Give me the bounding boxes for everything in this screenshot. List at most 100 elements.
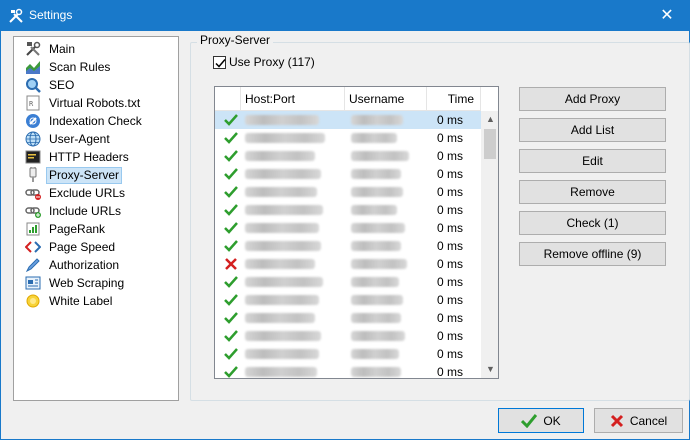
vertical-scrollbar[interactable]: ▲ ▼	[481, 111, 498, 378]
table-row[interactable]: 0 ms	[215, 219, 481, 237]
settings-window: Settings ✕ Main Scan Rules SEO R Virtual…	[0, 0, 690, 440]
table-row[interactable]: 0 ms	[215, 201, 481, 219]
check-status-icon	[224, 330, 238, 342]
code-icon	[25, 241, 41, 253]
redaction-blur	[351, 331, 405, 341]
username-cell-redacted	[351, 329, 405, 342]
sidebar-item-label: Scan Rules	[49, 59, 111, 74]
table-row[interactable]: 0 ms	[215, 129, 481, 147]
check-status-icon	[224, 168, 238, 180]
sidebar-item-include-urls[interactable]: Include URLs	[25, 202, 124, 220]
sidebar-item-scan-rules[interactable]: Scan Rules	[25, 58, 113, 76]
table-row[interactable]: 0 ms	[215, 165, 481, 183]
table-row[interactable]: 0 ms	[215, 273, 481, 291]
sidebar-item-proxy-server[interactable]: Proxy-Server	[25, 166, 123, 184]
table-row[interactable]: 0 ms	[215, 309, 481, 327]
remove-button[interactable]: Remove	[519, 180, 666, 204]
column-header-host-port[interactable]: Host:Port	[241, 87, 345, 111]
table-row[interactable]: 0 ms	[215, 237, 481, 255]
column-header-status[interactable]	[215, 87, 241, 111]
sidebar-item-label: White Label	[49, 293, 113, 308]
column-header-username[interactable]: Username	[345, 87, 427, 111]
sidebar-item-label: Web Scraping	[49, 275, 125, 290]
terminal-icon	[25, 150, 41, 164]
table-row[interactable]: 0 ms	[215, 327, 481, 345]
add-list-button[interactable]: Add List	[519, 118, 666, 142]
proxy-list-header: Host:Port Username Time	[215, 87, 481, 111]
table-row[interactable]: 0 ms	[215, 291, 481, 309]
sidebar-item-indexation-check[interactable]: Indexation Check	[25, 112, 145, 130]
host-port-cell-redacted	[245, 275, 323, 288]
redaction-blur	[245, 187, 317, 197]
sidebar-item-main[interactable]: Main	[25, 40, 78, 58]
table-row[interactable]: 0 ms	[215, 111, 481, 129]
sidebar-item-page-speed[interactable]: Page Speed	[25, 238, 118, 256]
ok-label: OK	[543, 413, 561, 428]
host-port-cell-redacted	[245, 203, 323, 216]
table-row[interactable]: 0 ms	[215, 345, 481, 363]
add-proxy-button[interactable]: Add Proxy	[519, 87, 666, 111]
time-cell: 0 ms	[437, 131, 464, 145]
redaction-blur	[245, 151, 315, 161]
redaction-blur	[245, 205, 323, 215]
table-row[interactable]: 0 ms	[215, 255, 481, 273]
redaction-blur	[351, 115, 403, 125]
host-port-cell-redacted	[245, 329, 321, 342]
table-row[interactable]: 0 ms	[215, 183, 481, 201]
check-status-icon	[224, 348, 238, 360]
sidebar-item-web-scraping[interactable]: Web Scraping	[25, 274, 127, 292]
sidebar-item-label: Exclude URLs	[49, 185, 126, 200]
check-status-icon	[224, 366, 238, 378]
scroll-up-arrow-icon[interactable]: ▲	[482, 111, 498, 128]
time-cell: 0 ms	[437, 293, 464, 307]
time-cell: 0 ms	[437, 149, 464, 163]
redaction-blur	[351, 349, 399, 359]
sidebar-item-seo[interactable]: SEO	[25, 76, 77, 94]
redaction-blur	[245, 349, 319, 359]
use-proxy-label: Use Proxy (117)	[229, 55, 315, 69]
sidebar-item-label: Proxy-Server	[46, 166, 123, 184]
redaction-blur	[245, 277, 323, 287]
username-cell-redacted	[351, 185, 403, 198]
redaction-blur	[351, 277, 399, 287]
sidebar-item-label: PageRank	[49, 221, 106, 236]
globe-icon	[25, 131, 41, 147]
redaction-blur	[245, 115, 319, 125]
redaction-blur	[245, 295, 319, 305]
redaction-blur	[351, 151, 409, 161]
redaction-blur	[351, 205, 397, 215]
pagerank-icon	[26, 222, 40, 236]
checkbox-box[interactable]	[213, 55, 226, 69]
host-port-cell-redacted	[245, 257, 315, 270]
sidebar-item-authorization[interactable]: Authorization	[25, 256, 122, 274]
window-title: Settings	[29, 8, 73, 22]
redaction-blur	[245, 241, 321, 251]
check-status-icon	[224, 240, 238, 252]
sidebar-item-http-headers[interactable]: HTTP Headers	[25, 148, 132, 166]
redaction-blur	[245, 223, 319, 233]
time-cell: 0 ms	[437, 185, 464, 199]
sidebar-item-exclude-urls[interactable]: Exclude URLs	[25, 184, 128, 202]
ok-button[interactable]: OK	[498, 408, 584, 433]
title-bar[interactable]: Settings ✕	[1, 1, 689, 31]
time-cell: 0 ms	[437, 257, 464, 271]
sidebar-item-white-label[interactable]: White Label	[25, 292, 115, 310]
column-header-time[interactable]: Time	[427, 87, 481, 111]
edit-button[interactable]: Edit	[519, 149, 666, 173]
scroll-down-arrow-icon[interactable]: ▼	[482, 361, 498, 378]
check-status-icon	[224, 204, 238, 216]
remove-offline-button[interactable]: Remove offline (9)	[519, 242, 666, 266]
check-status-icon	[224, 222, 238, 234]
check-button[interactable]: Check (1)	[519, 211, 666, 235]
close-button[interactable]: ✕	[645, 1, 689, 31]
sidebar-item-virtual-robots[interactable]: R Virtual Robots.txt	[25, 94, 143, 112]
table-row[interactable]: 0 ms	[215, 147, 481, 165]
use-proxy-checkbox[interactable]: Use Proxy (117)	[213, 55, 315, 69]
cancel-button[interactable]: Cancel	[594, 408, 683, 433]
sidebar-item-pagerank[interactable]: PageRank	[25, 220, 108, 238]
username-cell-redacted	[351, 167, 401, 180]
scroll-thumb[interactable]	[484, 129, 496, 159]
sidebar-item-user-agent[interactable]: User-Agent	[25, 130, 113, 148]
proxy-list[interactable]: Host:Port Username Time 0 ms 0 ms 0 ms 0 ms…	[214, 86, 499, 379]
table-row[interactable]: 0 ms	[215, 363, 481, 378]
